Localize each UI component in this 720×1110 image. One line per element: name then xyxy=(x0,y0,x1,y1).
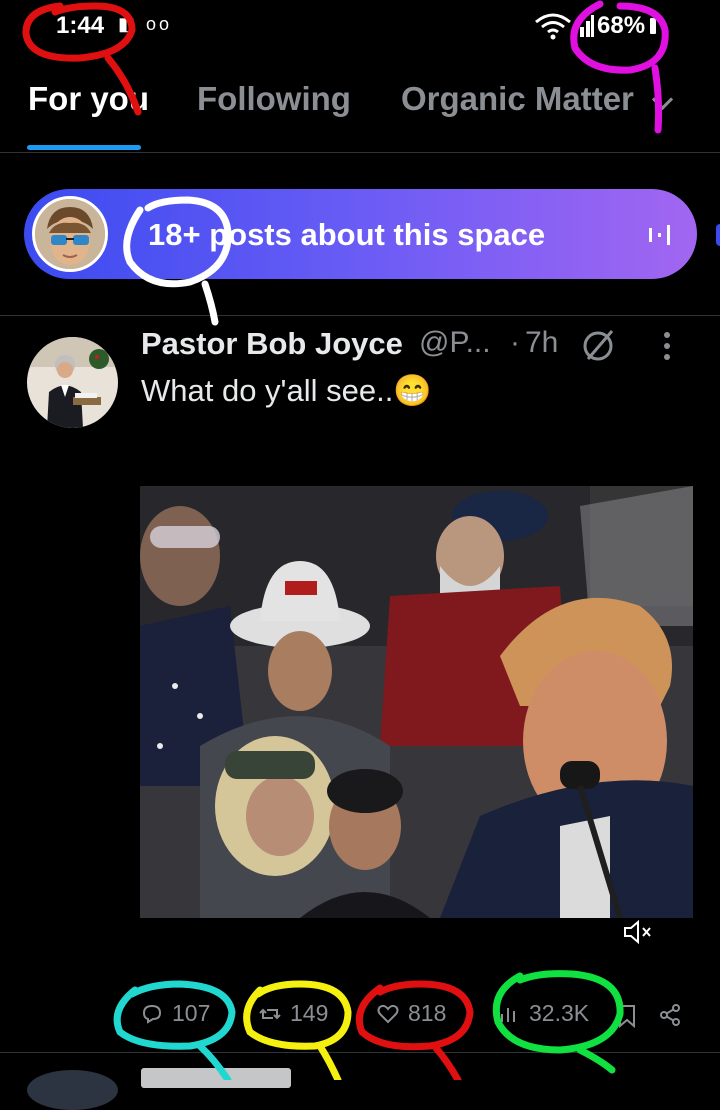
space-banner-text: 18+ posts about this space xyxy=(148,217,546,252)
repost-button[interactable]: 149 xyxy=(258,1000,328,1027)
status-time: 1:44 xyxy=(56,12,105,39)
tabs-divider xyxy=(0,152,720,153)
next-post-author[interactable] xyxy=(141,1068,291,1088)
share-icon[interactable] xyxy=(658,1003,682,1027)
active-tab-indicator xyxy=(27,145,141,150)
tab-for-you[interactable]: For you xyxy=(28,80,149,118)
battery-icon xyxy=(650,18,656,34)
post-author-handle[interactable]: @P... xyxy=(419,326,491,360)
next-post-avatar[interactable] xyxy=(27,1070,118,1110)
equalizer-icon xyxy=(649,225,670,245)
post-author-avatar[interactable] xyxy=(27,337,118,428)
mute-icon[interactable] xyxy=(620,915,654,949)
repost-icon xyxy=(259,1008,281,1019)
like-count: 818 xyxy=(408,1000,447,1026)
battery-percent: 68% xyxy=(597,12,646,39)
annotation-yellow-reposts xyxy=(243,980,352,1080)
space-divider xyxy=(0,315,720,316)
tab-organic-matter[interactable]: Organic Matter xyxy=(401,80,634,118)
annotation-red-likes xyxy=(355,980,474,1080)
more-options-icon[interactable] xyxy=(664,332,670,365)
wifi-icon xyxy=(535,13,571,40)
chevron-down-icon[interactable] xyxy=(651,88,674,111)
next-space-edge[interactable] xyxy=(716,224,720,246)
post-text: What do y'all see..😁 xyxy=(141,373,432,408)
views-icon xyxy=(501,1007,515,1022)
reply-icon xyxy=(142,1004,162,1024)
tab-following[interactable]: Following xyxy=(197,80,351,118)
reply-button[interactable]: 107 xyxy=(140,1000,210,1027)
post-timestamp[interactable]: 7h xyxy=(525,326,558,360)
bookmark-icon[interactable] xyxy=(617,1004,637,1028)
signal-icon xyxy=(580,15,594,37)
annotation-cyan-replies xyxy=(113,980,236,1080)
repost-count: 149 xyxy=(290,1000,329,1026)
separator-dot: · xyxy=(510,326,520,359)
heart-icon xyxy=(377,1004,399,1023)
reply-count: 107 xyxy=(172,1000,211,1026)
post-video[interactable] xyxy=(140,486,693,918)
space-host-avatar[interactable] xyxy=(32,196,108,272)
post-divider xyxy=(0,1052,720,1053)
notification-icons: ◧ ᴏᴏ xyxy=(118,14,173,34)
views-button[interactable]: 32.3K xyxy=(497,1000,589,1027)
post-author-name[interactable]: Pastor Bob Joyce xyxy=(141,326,403,362)
like-button[interactable]: 818 xyxy=(376,1000,446,1027)
grok-icon[interactable] xyxy=(580,326,618,364)
views-count: 32.3K xyxy=(529,1000,590,1026)
